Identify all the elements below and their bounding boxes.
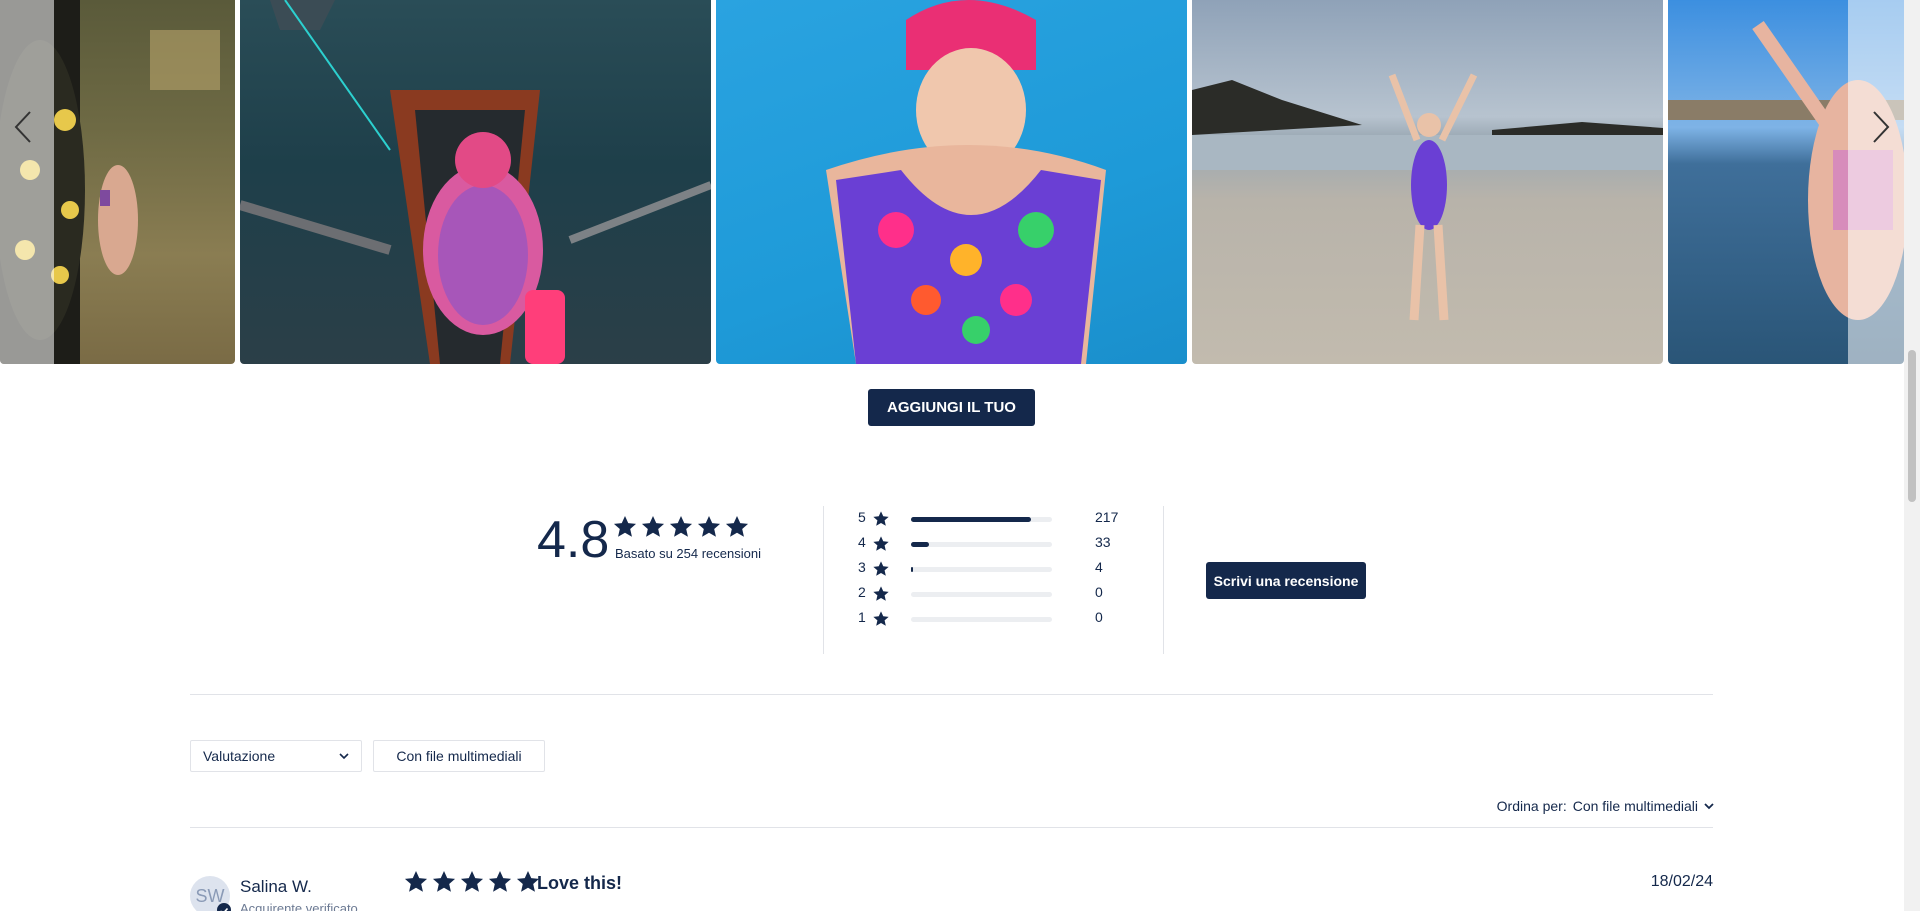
histogram-count: 217	[1095, 509, 1119, 525]
chevron-right-icon[interactable]	[1864, 110, 1898, 144]
media-filter-chip[interactable]: Con file multimediali	[373, 740, 545, 772]
divider	[190, 827, 1713, 828]
histogram-count: 0	[1095, 584, 1103, 600]
histogram-rating: 4	[858, 534, 866, 550]
verified-buyer-label: Acquirente verificato	[240, 901, 358, 911]
star-icon	[460, 870, 484, 892]
gallery-image[interactable]	[716, 0, 1187, 364]
review-date: 18/02/24	[1650, 873, 1713, 890]
sort-control[interactable]: Ordina per: Con file multimediali	[1497, 798, 1714, 814]
sort-value: Con file multimediali	[1572, 798, 1698, 814]
chevron-down-icon	[339, 752, 349, 759]
average-rating: 4.8	[537, 511, 610, 569]
star-icon	[873, 611, 889, 626]
rating-filter-select[interactable]: Valutazione	[190, 740, 362, 772]
histogram-bar	[911, 592, 1052, 597]
divider	[823, 506, 824, 654]
page-scrollbar[interactable]	[1904, 0, 1920, 911]
star-icon	[873, 536, 889, 551]
histogram-count: 0	[1095, 609, 1103, 625]
gallery-image-art	[826, 0, 1106, 364]
gallery-image[interactable]	[1192, 0, 1663, 364]
star-icon	[404, 870, 428, 892]
star-icon	[488, 870, 512, 892]
review-stars	[403, 869, 541, 895]
gallery-image-art	[240, 0, 711, 364]
histogram-row[interactable]: 1 0	[858, 609, 1128, 634]
star-icon	[725, 515, 749, 537]
star-icon	[613, 515, 637, 537]
histogram-bar-fill	[911, 567, 914, 572]
histogram-bar	[911, 617, 1052, 622]
star-icon	[873, 561, 889, 576]
rating-histogram: 5 217 4 33 3 4 2 0 1 0	[858, 509, 1128, 634]
star-icon	[873, 511, 889, 526]
review-title: Love this!	[537, 873, 623, 893]
chevron-down-icon	[1704, 802, 1714, 809]
gallery-fade-left	[0, 0, 54, 364]
gallery-image[interactable]	[240, 0, 711, 364]
histogram-bar	[911, 517, 1052, 522]
histogram-count: 33	[1095, 534, 1111, 550]
histogram-bar	[911, 567, 1052, 572]
histogram-rating: 3	[858, 559, 866, 575]
divider	[1163, 506, 1164, 654]
scrollbar-thumb[interactable]	[1908, 350, 1916, 502]
star-icon	[697, 515, 721, 537]
histogram-row[interactable]: 3 4	[858, 559, 1128, 584]
histogram-rating: 1	[858, 609, 866, 625]
histogram-row[interactable]: 4 33	[858, 534, 1128, 559]
rating-filter-label: Valutazione	[203, 748, 276, 764]
sort-label: Ordina per:	[1496, 798, 1567, 814]
histogram-bar-fill	[911, 517, 1032, 522]
reviews-page: AGGIUNGI IL TUO 4.8 Basato su 254 recens…	[0, 0, 1904, 911]
review-count-text: Basato su 254 recensioni	[615, 546, 761, 561]
histogram-row[interactable]: 5 217	[858, 509, 1128, 534]
histogram-row[interactable]: 2 0	[858, 584, 1128, 609]
histogram-count: 4	[1095, 559, 1103, 575]
reviewer-name: Salina W.	[240, 877, 312, 896]
write-review-button[interactable]: Scrivi una recensione	[1206, 562, 1366, 599]
star-icon	[432, 870, 456, 892]
star-icon	[873, 586, 889, 601]
histogram-bar-fill	[911, 542, 930, 547]
gallery-image-art	[1192, 73, 1663, 321]
average-stars	[612, 514, 750, 540]
divider	[190, 694, 1713, 695]
star-icon	[641, 515, 665, 537]
gallery-fade-right	[1848, 0, 1904, 364]
chevron-left-icon[interactable]	[6, 110, 40, 144]
photo-gallery	[0, 0, 1904, 364]
histogram-rating: 5	[858, 509, 866, 525]
verified-check-icon	[217, 903, 231, 911]
star-icon	[669, 515, 693, 537]
add-yours-button[interactable]: AGGIUNGI IL TUO	[868, 389, 1035, 426]
histogram-bar	[911, 542, 1052, 547]
histogram-rating: 2	[858, 584, 866, 600]
